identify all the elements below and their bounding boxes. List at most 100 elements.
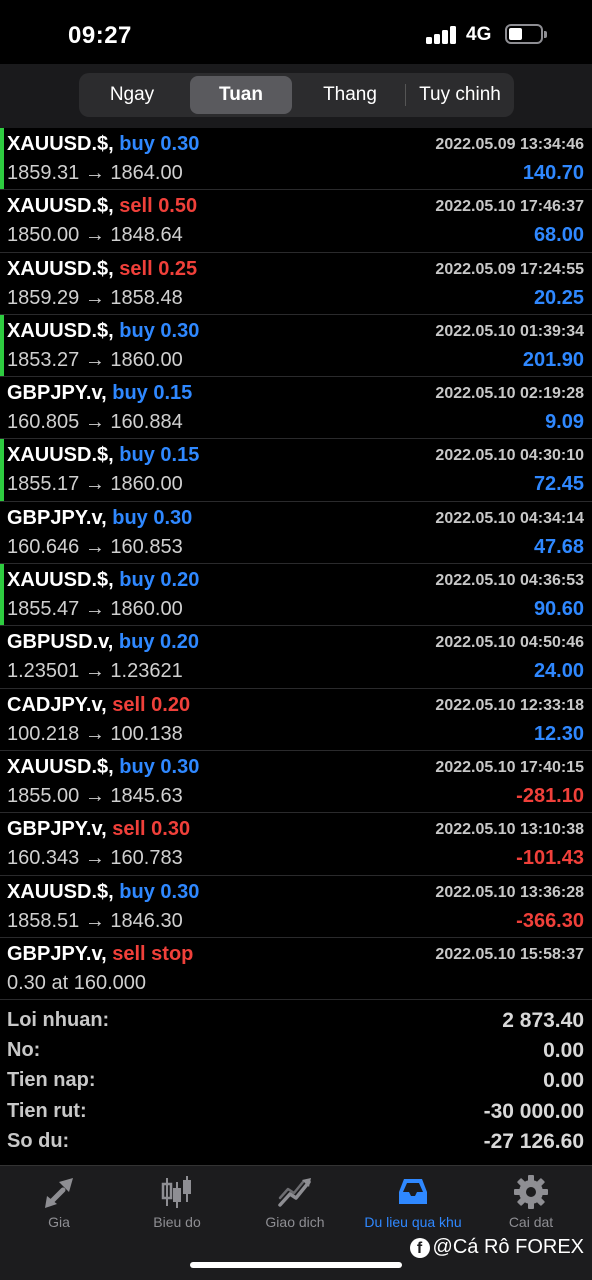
trade-title: GBPUSD.v, buy 0.20 (7, 631, 199, 654)
trade-time: 2022.05.10 17:40:15 (435, 758, 584, 776)
trade-volume: 0.30 (160, 755, 200, 778)
tab-label: Gia (48, 1214, 70, 1230)
trade-row[interactable]: GBPUSD.v, buy 0.20 1.23501 → 1.23621 202… (0, 626, 592, 689)
trade-row[interactable]: XAUUSD.$, buy 0.30 1853.27 → 1860.00 202… (0, 314, 592, 378)
trade-row[interactable]: XAUUSD.$, buy 0.20 1855.47 → 1860.00 202… (0, 564, 592, 627)
trade-time: 2022.05.10 13:10:38 (435, 821, 584, 839)
period-header: Ngay Tuan Thang Tuy chinh (0, 64, 592, 128)
summary-value: 0.00 (543, 1039, 584, 1063)
segment-divider (405, 84, 406, 106)
trade-symbol: XAUUSD.$, (7, 319, 114, 342)
trade-time: 2022.05.10 17:46:37 (435, 198, 584, 216)
tab-tuy-chinh[interactable]: Tuy chinh (408, 76, 512, 114)
trade-symbol: GBPJPY.v, (7, 382, 107, 405)
trade-time: 2022.05.10 13:36:28 (435, 883, 584, 901)
trade-time: 2022.05.10 01:39:34 (435, 322, 584, 340)
trade-row[interactable]: XAUUSD.$, buy 0.30 1855.00 → 1845.63 202… (0, 751, 592, 814)
trade-prices: 1855.00 → 1845.63 (7, 784, 183, 807)
trade-side: sell (112, 693, 146, 716)
tab-cai-dat[interactable]: Cai dat (472, 1166, 590, 1236)
tab-giao-dich[interactable]: Giao dich (236, 1166, 354, 1236)
trade-symbol: XAUUSD.$, (7, 755, 114, 778)
trade-symbol: XAUUSD.$, (7, 133, 114, 155)
trade-prices: 1850.00 → 1848.64 (7, 224, 183, 247)
summary-row-balance: So du: -27 126.60 (0, 1127, 592, 1157)
trade-prices: 1859.31 → 1864.00 (7, 162, 183, 184)
trade-side: buy (112, 506, 148, 529)
trade-profit: -366.30 (516, 909, 584, 932)
period-segmented-control: Ngay Tuan Thang Tuy chinh (79, 73, 514, 117)
trade-title: XAUUSD.$, sell 0.25 (7, 258, 197, 281)
trade-row[interactable]: XAUUSD.$, buy 0.30 1859.31 → 1864.00 202… (0, 128, 592, 191)
trade-profit: 47.68 (533, 535, 584, 558)
trade-row[interactable]: GBPJPY.v, sell 0.30 160.343 → 160.783 20… (0, 813, 592, 876)
trade-volume: 0.20 (160, 569, 200, 592)
trade-prices: 160.343 → 160.783 (7, 847, 183, 870)
trade-profit: 20.25 (533, 286, 584, 309)
trade-symbol: XAUUSD.$, (7, 569, 114, 592)
trade-side: buy (119, 880, 155, 903)
trade-title: XAUUSD.$, buy 0.30 (7, 881, 199, 904)
trade-profit: -281.10 (516, 784, 584, 807)
gear-icon (514, 1175, 548, 1209)
trade-volume: 0.30 (153, 506, 193, 529)
summary-row-credit: No: 0.00 (0, 1036, 592, 1066)
trade-side: buy (118, 631, 155, 654)
tab-ngay[interactable]: Ngay (82, 76, 182, 114)
tab-label: Bieu do (153, 1214, 201, 1230)
trade-prices: 1855.17 → 1860.00 (7, 473, 183, 496)
tab-gia[interactable]: Gia (0, 1166, 118, 1236)
trade-row[interactable]: GBPJPY.v, buy 0.30 160.646 → 160.853 202… (0, 502, 592, 565)
trade-row[interactable]: XAUUSD.$, buy 0.15 1855.17 → 1860.00 202… (0, 439, 592, 502)
trade-history-list: XAUUSD.$, buy 0.30 1859.31 → 1864.00 202… (0, 128, 592, 1001)
trade-title: XAUUSD.$, buy 0.30 (7, 133, 199, 156)
trade-row[interactable]: CADJPY.v, sell 0.20 100.218 → 100.138 20… (0, 689, 592, 751)
profit-accent-bar (0, 128, 4, 190)
tab-thang[interactable]: Thang (300, 76, 400, 114)
trade-prices: 160.805 → 160.884 (7, 411, 183, 434)
trade-profit: -101.43 (516, 847, 584, 870)
home-indicator[interactable] (190, 1262, 402, 1268)
trade-volume: 0.30 (151, 818, 191, 841)
trade-prices: 1858.51 → 1846.30 (7, 909, 183, 932)
trade-side: buy (119, 319, 155, 342)
trade-prices: 1855.47 → 1860.00 (7, 598, 183, 621)
trade-prices: 1853.27 → 1860.00 (7, 348, 183, 371)
status-time: 09:27 (68, 22, 132, 49)
trade-side: sell (119, 257, 153, 280)
trade-volume: 0.25 (158, 257, 198, 280)
trade-profit: 72.45 (533, 473, 584, 496)
summary-label: Loi nhuan: (7, 1009, 110, 1031)
trade-symbol: GBPJPY.v, (7, 506, 107, 529)
trade-title: XAUUSD.$, buy 0.20 (7, 569, 199, 592)
trade-volume: 0.15 (160, 444, 200, 467)
trade-side: buy (119, 133, 155, 155)
trade-row[interactable]: GBPJPY.v, buy 0.15 160.805 → 160.884 202… (0, 377, 592, 440)
trade-prices: 0.30 at 160.000 (7, 971, 147, 994)
battery-icon (505, 24, 547, 44)
trade-title: GBPJPY.v, buy 0.30 (7, 507, 192, 530)
trade-title: GBPJPY.v, buy 0.15 (7, 382, 192, 405)
trade-symbol: XAUUSD.$, (7, 880, 114, 903)
trade-prices: 160.646 → 160.853 (7, 535, 183, 558)
watermark: f @Cá Rô FOREX (409, 1236, 584, 1259)
trade-time: 2022.05.10 04:36:53 (435, 572, 584, 590)
tab-tuan[interactable]: Tuan (190, 76, 292, 114)
trade-row[interactable]: XAUUSD.$, buy 0.30 1858.51 → 1846.30 202… (0, 876, 592, 938)
tab-du-lieu-qua-khu[interactable]: Du lieu qua khu (354, 1166, 472, 1236)
trade-row[interactable]: GBPJPY.v, sell stop 0.30 at 160.000 2022… (0, 938, 592, 1001)
trade-side: buy (112, 382, 148, 405)
trade-profit: 68.00 (533, 224, 584, 247)
tab-bieu-do[interactable]: Bieu do (118, 1166, 236, 1236)
trade-time: 2022.05.09 13:34:46 (435, 136, 584, 153)
quotes-arrows-icon (45, 1178, 73, 1208)
profit-accent-bar (0, 314, 4, 377)
summary-value: 2 873.40 (502, 1009, 584, 1032)
summary-row-profit: Loi nhuan: 2 873.40 (0, 1006, 592, 1036)
trade-row[interactable]: XAUUSD.$, sell 0.25 1859.29 → 1858.48 20… (0, 253, 592, 315)
trade-side: sell (112, 942, 146, 965)
trade-symbol: XAUUSD.$, (7, 195, 114, 218)
trade-volume: 0.20 (160, 631, 199, 654)
trade-volume: 0.20 (151, 693, 191, 716)
trade-row[interactable]: XAUUSD.$, sell 0.50 1850.00 → 1848.64 20… (0, 190, 592, 253)
